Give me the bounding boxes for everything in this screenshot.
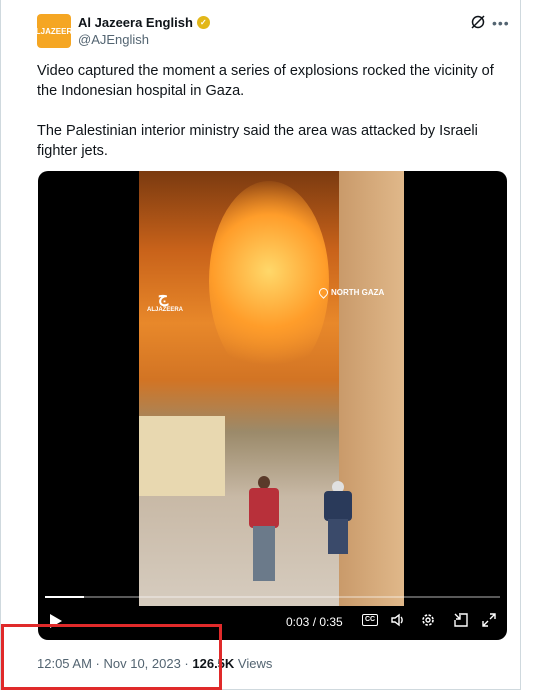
progress-bar[interactable] bbox=[45, 596, 500, 598]
volume-icon[interactable] bbox=[390, 612, 406, 628]
aljazeera-logo: ج ALJAZEERA bbox=[147, 289, 184, 313]
location-label: NORTH GAZA bbox=[317, 286, 385, 299]
cc-icon[interactable]: CC bbox=[362, 614, 379, 626]
gear-icon[interactable] bbox=[420, 612, 436, 628]
tweet-card: ALJAZEERA Al Jazeera English ✓ @AJEnglis… bbox=[0, 0, 521, 690]
location-text: NORTH GAZA bbox=[331, 288, 385, 297]
tweet-paragraph-1: Video captured the moment a series of ex… bbox=[37, 63, 494, 99]
video-frame: ج ALJAZEERA NORTH GAZA bbox=[139, 171, 404, 606]
logo-text: ALJAZEERA bbox=[147, 307, 184, 313]
more-icon[interactable]: ••• bbox=[492, 15, 510, 31]
tweet-text: Video captured the moment a series of ex… bbox=[37, 61, 507, 181]
pip-icon[interactable] bbox=[453, 612, 469, 628]
grok-icon[interactable] bbox=[470, 14, 486, 30]
author-handle[interactable]: @AJEnglish bbox=[78, 32, 149, 47]
building bbox=[139, 416, 225, 496]
video-time: 0:03 / 0:35 bbox=[286, 615, 343, 629]
person-running-2 bbox=[324, 481, 352, 556]
video-player[interactable]: ج ALJAZEERA NORTH GAZA 0:03 / 0:35 CC bbox=[38, 171, 507, 640]
red-highlight-box bbox=[1, 624, 222, 690]
avatar[interactable]: ALJAZEERA bbox=[30, 14, 78, 48]
verified-badge-icon: ✓ bbox=[196, 16, 210, 29]
author-name-row[interactable]: Al Jazeera English ✓ bbox=[78, 15, 210, 30]
tweet-paragraph-2: The Palestinian interior ministry said t… bbox=[37, 123, 478, 159]
explosion-fire bbox=[209, 181, 329, 381]
author-name[interactable]: Al Jazeera English bbox=[78, 15, 193, 30]
views-label: Views bbox=[234, 656, 273, 671]
fullscreen-icon[interactable] bbox=[481, 612, 497, 628]
person-running bbox=[249, 476, 279, 586]
progress-fill bbox=[45, 596, 85, 598]
location-pin-icon bbox=[317, 286, 330, 299]
